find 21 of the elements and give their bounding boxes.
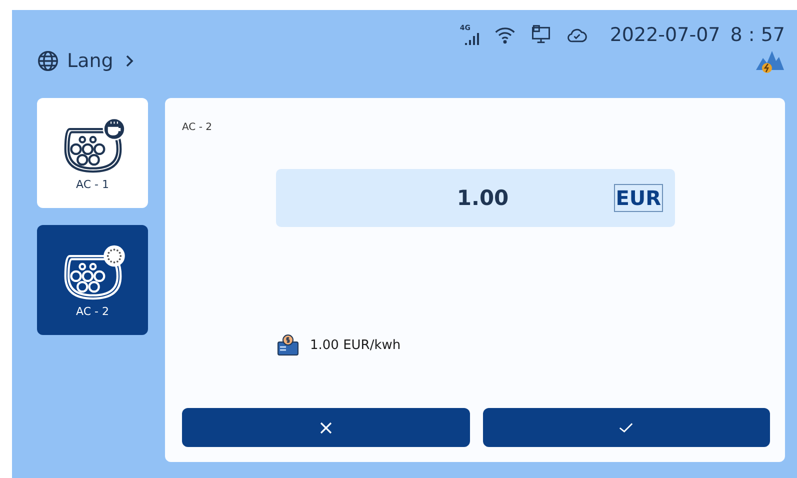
connector-card[interactable]: AC - 2 [37, 225, 148, 335]
amount-field[interactable]: 1.00 EUR [276, 169, 675, 227]
payment-bill-icon [276, 333, 300, 357]
confirm-button[interactable] [482, 408, 770, 447]
connector-label: AC - 2 [76, 304, 109, 318]
language-button[interactable]: Lang [37, 50, 136, 72]
globe-icon [37, 50, 59, 72]
network-monitor-icon [530, 24, 552, 46]
connector-title: AC - 2 [182, 122, 212, 133]
chevron-right-icon [125, 54, 136, 68]
close-icon [318, 420, 333, 434]
check-icon [619, 420, 634, 434]
language-label: Lang [67, 50, 114, 72]
currency-label[interactable]: EUR [614, 184, 663, 212]
mountain-logo-icon [755, 50, 785, 74]
date-text: 2022-07-07 [610, 24, 720, 46]
cancel-button[interactable] [182, 408, 470, 447]
rate-text: 1.00 EUR/kwh [310, 338, 401, 352]
connector-card[interactable]: AC - 1 [37, 98, 148, 208]
clock-time: 8 : 57 [730, 24, 785, 46]
connector-label: AC - 1 [76, 178, 109, 190]
